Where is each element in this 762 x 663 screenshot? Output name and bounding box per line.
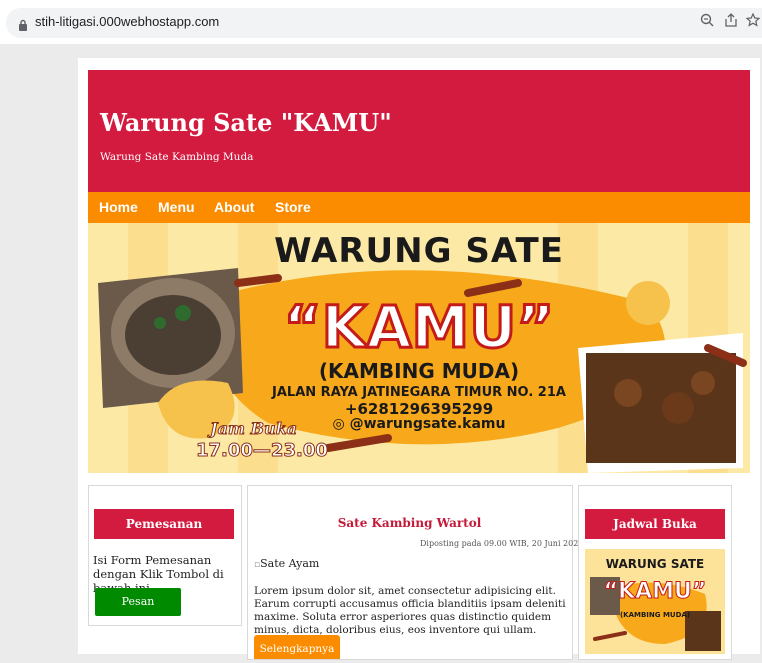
banner-line2: “KAMU” <box>282 292 556 363</box>
mini-banner-line2: “KAMU” <box>603 579 707 605</box>
main-nav: Home Menu About Store <box>88 192 750 223</box>
banner-address: JALAN RAYA JATINEGARA TIMUR NO. 21A <box>272 385 566 400</box>
share-icon[interactable] <box>724 13 738 30</box>
star-icon[interactable] <box>745 12 761 30</box>
hero-banner: WARUNG SATE “KAMU” (KAMBING MUDA) JALAN … <box>88 223 750 473</box>
instagram-icon: ◎ <box>332 416 350 432</box>
nav-home[interactable]: Home <box>99 199 138 215</box>
banner-line3: (KAMBING MUDA) <box>318 359 520 383</box>
banner-hours-label: Jam Buka <box>209 419 298 439</box>
order-title: Pemesanan <box>94 509 234 539</box>
post-image-alt: Sate Ayam <box>260 557 320 570</box>
nav-menu[interactable]: Menu <box>158 199 195 215</box>
post-image: ▫Sate Ayam <box>254 557 319 570</box>
site-header: Warung Sate "KAMU" Warung Sate Kambing M… <box>88 70 750 192</box>
lock-icon[interactable] <box>18 16 28 35</box>
mini-banner-line1: WARUNG SATE <box>605 557 705 571</box>
post-body: Lorem ipsum dolor sit, amet consectetur … <box>254 585 566 636</box>
banner-hours: 17.00—23.00 <box>196 440 329 462</box>
url-text[interactable]: stih-litigasi.000webhostapp.com <box>35 14 219 29</box>
banner-line1: WARUNG SATE <box>274 231 564 271</box>
zoom-icon[interactable] <box>700 13 714 30</box>
read-more-button[interactable]: Selengkapnya <box>254 635 340 659</box>
schedule-image: WARUNG SATE “KAMU” (KAMBING MUDA) <box>585 549 725 654</box>
banner-instagram: ◎ @warungsate.kamu <box>88 416 750 432</box>
browser-toolbar: stih-litigasi.000webhostapp.com <box>0 0 762 44</box>
nav-store[interactable]: Store <box>275 199 311 215</box>
nav-about[interactable]: About <box>214 199 254 215</box>
site-tagline: Warung Sate Kambing Muda <box>100 151 254 163</box>
instagram-handle: @warungsate.kamu <box>349 416 506 432</box>
site-title: Warung Sate "KAMU" <box>100 108 392 137</box>
order-button[interactable]: Pesan <box>95 588 181 616</box>
post-title[interactable]: Sate Kambing Wartol <box>248 516 571 530</box>
schedule-title: Jadwal Buka <box>585 509 725 539</box>
mini-banner-line3: (KAMBING MUDA) <box>619 611 691 619</box>
post-meta: Diposting pada 09.00 WIB, 20 Juni 2023 <box>420 539 584 548</box>
